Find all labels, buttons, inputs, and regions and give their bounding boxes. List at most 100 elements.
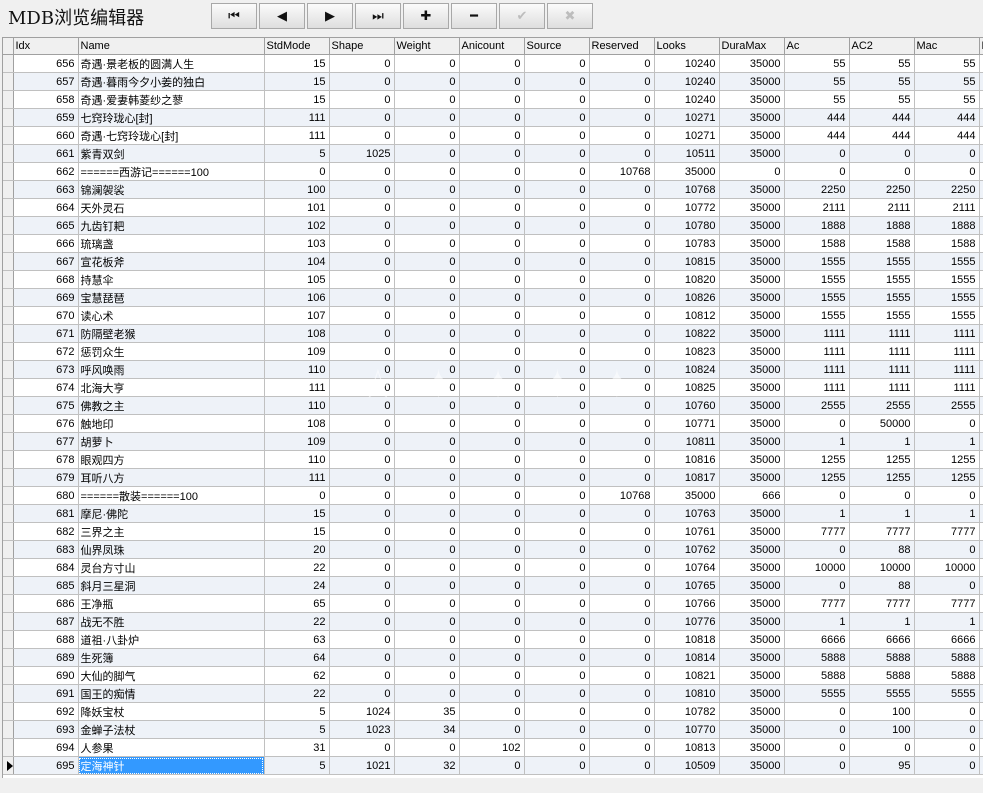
cell-reserved[interactable]: 0 bbox=[589, 648, 655, 667]
cell-shape[interactable]: 0 bbox=[329, 108, 395, 127]
cell-ac[interactable]: 1111 bbox=[784, 342, 850, 361]
cell-anicount[interactable]: 0 bbox=[459, 630, 525, 649]
cell-mac[interactable]: 5888 bbox=[914, 648, 980, 667]
cell-weight[interactable]: 0 bbox=[394, 684, 460, 703]
cell-duramax[interactable]: 0 bbox=[719, 162, 785, 181]
cell-ac2[interactable]: 1555 bbox=[849, 252, 915, 271]
cell-idx[interactable]: 656 bbox=[13, 54, 79, 73]
cell-anicount[interactable]: 0 bbox=[459, 180, 525, 199]
cell-duramax[interactable]: 35000 bbox=[719, 720, 785, 739]
cell-duramax[interactable]: 35000 bbox=[719, 90, 785, 109]
column-header-duramax[interactable]: DuraMax bbox=[719, 38, 785, 55]
cell-reserved[interactable]: 0 bbox=[589, 360, 655, 379]
cell-looks[interactable]: 10760 bbox=[654, 396, 720, 415]
cell-name[interactable]: 九齿钉耙 bbox=[78, 216, 265, 235]
cell-source[interactable]: 0 bbox=[524, 414, 590, 433]
cell-ac[interactable]: 1588 bbox=[784, 234, 850, 253]
cell-source[interactable]: 0 bbox=[524, 270, 590, 289]
cell-weight[interactable]: 0 bbox=[394, 162, 460, 181]
cell-m[interactable] bbox=[979, 432, 983, 451]
table-row[interactable]: 663 锦澜袈裟 100 0 0 0 0 0 10768 35000 2250 2250 2250 bbox=[3, 180, 983, 199]
cell-idx[interactable]: 663 bbox=[13, 180, 79, 199]
cell-idx[interactable]: 681 bbox=[13, 504, 79, 523]
cell-ac2[interactable]: 88 bbox=[849, 576, 915, 595]
column-header-shape[interactable]: Shape bbox=[329, 38, 395, 55]
cell-ac[interactable]: 0 bbox=[784, 486, 850, 505]
cell-ac[interactable]: 0 bbox=[784, 162, 850, 181]
cell-reserved[interactable]: 0 bbox=[589, 72, 655, 91]
table-row[interactable]: 679 耳听八方 111 0 0 0 0 0 10817 35000 1255 1255 1255 bbox=[3, 468, 983, 487]
row-indicator[interactable] bbox=[3, 630, 14, 649]
cell-anicount[interactable]: 0 bbox=[459, 756, 525, 775]
cell-duramax[interactable]: 35000 bbox=[719, 378, 785, 397]
cell-m[interactable] bbox=[979, 702, 983, 721]
row-indicator[interactable] bbox=[3, 576, 14, 595]
cell-duramax[interactable]: 35000 bbox=[719, 144, 785, 163]
cell-ac2[interactable]: 0 bbox=[849, 486, 915, 505]
cell-mac[interactable]: 1111 bbox=[914, 342, 980, 361]
cell-looks[interactable]: 10782 bbox=[654, 702, 720, 721]
cell-weight[interactable]: 0 bbox=[394, 504, 460, 523]
cell-ac[interactable]: 6666 bbox=[784, 630, 850, 649]
cell-source[interactable]: 0 bbox=[524, 432, 590, 451]
cell-anicount[interactable]: 0 bbox=[459, 702, 525, 721]
row-indicator[interactable] bbox=[3, 252, 14, 271]
cell-name[interactable]: 奇遇·景老板的圆满人生 bbox=[78, 54, 265, 73]
cell-mac[interactable]: 0 bbox=[914, 756, 980, 775]
cell-source[interactable]: 0 bbox=[524, 576, 590, 595]
cell-reserved[interactable]: 0 bbox=[589, 666, 655, 685]
cell-idx[interactable]: 678 bbox=[13, 450, 79, 469]
cell-name[interactable]: 金蝉子法杖 bbox=[78, 720, 265, 739]
cell-mac[interactable]: 1111 bbox=[914, 324, 980, 343]
table-row[interactable]: 665 九齿钉耙 102 0 0 0 0 0 10780 35000 1888 1888 1888 bbox=[3, 216, 983, 235]
cell-m[interactable] bbox=[979, 54, 983, 73]
cell-ac2[interactable]: 1255 bbox=[849, 468, 915, 487]
cell-anicount[interactable]: 0 bbox=[459, 666, 525, 685]
cell-looks[interactable]: 10764 bbox=[654, 558, 720, 577]
cell-shape[interactable]: 0 bbox=[329, 288, 395, 307]
cell-reserved[interactable]: 0 bbox=[589, 180, 655, 199]
cell-mac[interactable]: 7777 bbox=[914, 522, 980, 541]
cell-mac[interactable]: 1255 bbox=[914, 468, 980, 487]
cell-reserved[interactable]: 0 bbox=[589, 540, 655, 559]
cell-stdmode[interactable]: 108 bbox=[264, 324, 330, 343]
cell-weight[interactable]: 0 bbox=[394, 468, 460, 487]
cell-idx[interactable]: 673 bbox=[13, 360, 79, 379]
cell-mac[interactable]: 444 bbox=[914, 126, 980, 145]
cell-ac2[interactable]: 444 bbox=[849, 108, 915, 127]
row-indicator[interactable] bbox=[3, 486, 14, 505]
cell-mac[interactable]: 55 bbox=[914, 90, 980, 109]
cell-m[interactable] bbox=[979, 378, 983, 397]
row-indicator[interactable] bbox=[3, 558, 14, 577]
cell-shape[interactable]: 0 bbox=[329, 252, 395, 271]
table-row[interactable]: 660 奇遇·七窍玲珑心[封] 111 0 0 0 0 0 10271 35000 444 444 44… bbox=[3, 126, 983, 145]
cell-shape[interactable]: 0 bbox=[329, 180, 395, 199]
cell-ac[interactable]: 1555 bbox=[784, 306, 850, 325]
cell-looks[interactable]: 10822 bbox=[654, 324, 720, 343]
cell-reserved[interactable]: 0 bbox=[589, 576, 655, 595]
cell-duramax[interactable]: 35000 bbox=[719, 432, 785, 451]
cell-stdmode[interactable]: 65 bbox=[264, 594, 330, 613]
row-indicator[interactable] bbox=[3, 504, 14, 523]
cell-weight[interactable]: 0 bbox=[394, 90, 460, 109]
cell-ac[interactable]: 2555 bbox=[784, 396, 850, 415]
cell-mac[interactable]: 1555 bbox=[914, 306, 980, 325]
cell-stdmode[interactable]: 106 bbox=[264, 288, 330, 307]
cell-duramax[interactable]: 35000 bbox=[719, 360, 785, 379]
cell-mac[interactable]: 1555 bbox=[914, 252, 980, 271]
cell-mac[interactable]: 0 bbox=[914, 720, 980, 739]
cell-stdmode[interactable]: 64 bbox=[264, 648, 330, 667]
cell-reserved[interactable]: 0 bbox=[589, 396, 655, 415]
cell-ac2[interactable]: 1555 bbox=[849, 288, 915, 307]
cell-mac[interactable]: 1555 bbox=[914, 288, 980, 307]
cell-shape[interactable]: 0 bbox=[329, 630, 395, 649]
cell-anicount[interactable]: 0 bbox=[459, 270, 525, 289]
cell-shape[interactable]: 0 bbox=[329, 522, 395, 541]
cell-ac[interactable]: 1111 bbox=[784, 324, 850, 343]
cell-m[interactable] bbox=[979, 216, 983, 235]
row-indicator[interactable] bbox=[3, 684, 14, 703]
cell-anicount[interactable]: 0 bbox=[459, 72, 525, 91]
cell-stdmode[interactable]: 0 bbox=[264, 486, 330, 505]
cell-weight[interactable]: 0 bbox=[394, 306, 460, 325]
cell-m[interactable] bbox=[979, 612, 983, 631]
